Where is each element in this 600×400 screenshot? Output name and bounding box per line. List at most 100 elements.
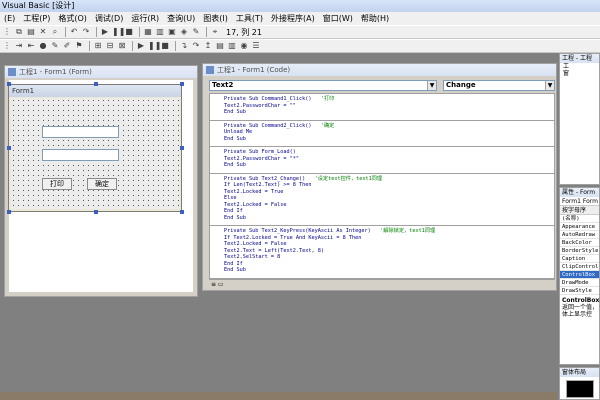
object-browser-icon[interactable]: ◈ (179, 27, 189, 37)
resize-handle[interactable] (94, 82, 98, 86)
property-row[interactable]: ClipControls (560, 263, 599, 271)
code-line[interactable]: End Sub (224, 215, 554, 222)
chevron-down-icon[interactable]: ▼ (427, 81, 436, 90)
step-into-icon[interactable]: ↴ (179, 41, 189, 51)
call-stack-icon[interactable]: ☰ (251, 41, 261, 51)
menu-help[interactable]: 帮助(H) (357, 12, 393, 25)
comment-block-icon[interactable]: ✎ (50, 41, 60, 51)
resize-handle[interactable] (180, 146, 184, 150)
watch-icon[interactable]: ◉ (239, 41, 249, 51)
property-row[interactable]: ControlBox (560, 271, 599, 279)
code-window-titlebar[interactable]: 工程1 - Form1 (Code) (203, 64, 556, 76)
design-form-grid[interactable]: 打印 确定 (11, 98, 179, 209)
property-row[interactable]: (名称) (560, 215, 599, 223)
menu-edit[interactable]: (E) (0, 12, 19, 25)
code-procedure[interactable]: Private Sub Command2_Click() '确定 Unload M… (210, 119, 554, 147)
uncomment-block-icon[interactable]: ✐ (62, 41, 72, 51)
property-row[interactable]: BackColor (560, 239, 599, 247)
tree-item-project[interactable]: 工 (563, 63, 599, 70)
menu-project[interactable]: 工程(P) (19, 12, 54, 25)
property-row[interactable]: DrawMode (560, 279, 599, 287)
form-layout-preview[interactable] (566, 380, 594, 398)
text2-textbox[interactable] (42, 149, 119, 161)
code-procedure[interactable]: Private Sub Command1_Click() '打印 Text2.Pa… (210, 94, 554, 120)
step-out-icon[interactable]: ↥ (203, 41, 213, 51)
object-selector[interactable]: Form1 Form (560, 197, 599, 206)
code-line[interactable]: End Sub (224, 136, 554, 143)
print-button[interactable]: 打印 (42, 178, 72, 190)
code-window[interactable]: 工程1 - Form1 (Code) Text2 ▼ Change ▼ Priv… (202, 63, 557, 291)
find-icon[interactable]: ⌕ (50, 27, 60, 37)
ok-button[interactable]: 确定 (87, 178, 117, 190)
property-row[interactable]: AutoRedraw (560, 231, 599, 239)
start-icon[interactable]: ▶ (136, 41, 146, 51)
resize-handle[interactable] (180, 210, 184, 214)
toolbar-grip-icon: ⋮ (3, 27, 11, 36)
tree-item-forms[interactable]: 窗 (563, 70, 599, 77)
project-explorer-panel[interactable]: 工程 - 工程 工 窗 (559, 53, 600, 185)
align-icon[interactable]: ⊞ (93, 41, 103, 51)
form-layout-panel[interactable]: 窗体布局 (559, 367, 600, 400)
undo-icon[interactable]: ↶ (69, 27, 79, 37)
break-icon[interactable]: ❚❚ (112, 27, 125, 37)
object-combo[interactable]: Text2 ▼ (209, 80, 437, 91)
property-row[interactable]: DrawStyle (560, 287, 599, 295)
indent-icon[interactable]: ⇥ (14, 41, 24, 51)
menu-addins[interactable]: 外接程序(A) (267, 12, 319, 25)
form-layout-icon[interactable]: ▣ (167, 27, 177, 37)
paste-icon[interactable]: ▤ (26, 27, 36, 37)
menu-tools[interactable]: 工具(T) (232, 12, 267, 25)
procedure-combo[interactable]: Change ▼ (443, 80, 555, 91)
menu-diagram[interactable]: 图表(I) (199, 12, 232, 25)
property-description: ControlBox 返回一个值， 体上显示控 (560, 295, 599, 318)
step-over-icon[interactable]: ↷ (191, 41, 201, 51)
menu-debug[interactable]: 调试(D) (91, 12, 127, 25)
resize-handle[interactable] (7, 210, 11, 214)
resize-handle[interactable] (180, 82, 184, 86)
resize-handle[interactable] (7, 82, 11, 86)
tab-alphabetic[interactable]: 按字母序 (560, 206, 599, 215)
copy-icon[interactable]: ⧉ (14, 27, 24, 37)
project-tree[interactable]: 工 窗 (560, 63, 599, 77)
code-editor[interactable]: Private Sub Command1_Click() '打印 Text2.Pa… (209, 93, 555, 279)
stop-icon[interactable]: ■ (160, 41, 170, 51)
menu-run[interactable]: 运行(R) (127, 12, 163, 25)
resize-handle[interactable] (94, 210, 98, 214)
redo-icon[interactable]: ↷ (81, 27, 91, 37)
form-window-icon (8, 68, 16, 76)
project-explorer-icon[interactable]: ▦ (143, 27, 153, 37)
property-list[interactable]: (名称) Appearance AutoRedraw BackColor BorderS… (560, 215, 599, 295)
code-procedure[interactable]: Private Sub Text2_KeyPress(KeyAscii As I… (210, 225, 554, 278)
code-procedure[interactable]: Private Sub Form_Load() Text2.PasswordCha… (210, 146, 554, 173)
menu-window[interactable]: 窗口(W) (319, 12, 357, 25)
menu-query[interactable]: 查询(U) (163, 12, 199, 25)
code-line[interactable]: End Sub (224, 267, 554, 274)
property-row[interactable]: Caption (560, 255, 599, 263)
immediate-icon[interactable]: ▥ (227, 41, 237, 51)
code-procedure[interactable]: Private Sub Text2_Change() '设定text控件，tex… (210, 172, 554, 226)
resize-handle[interactable] (7, 146, 11, 150)
locals-icon[interactable]: ▤ (215, 41, 225, 51)
properties-panel[interactable]: 属性 - Form Form1 Form 按字母序 (名称) Appearance… (559, 187, 600, 365)
code-view-toggle[interactable]: ≡ ▭ (209, 279, 555, 289)
text1-textbox[interactable] (42, 126, 119, 138)
toolbox-icon[interactable]: ✎ (191, 27, 201, 37)
menu-format[interactable]: 格式(O) (54, 12, 91, 25)
size-icon[interactable]: ⊟ (105, 41, 115, 51)
outdent-icon[interactable]: ⇤ (26, 41, 36, 51)
form-designer-titlebar[interactable]: 工程1 - Form1 (Form) (5, 66, 197, 78)
break-icon[interactable]: ❚❚ (148, 41, 161, 51)
properties-icon[interactable]: ▥ (155, 27, 165, 37)
design-form[interactable]: Form1 打印 确定 (8, 84, 182, 212)
stop-icon[interactable]: ■ (124, 27, 134, 37)
code-line[interactable]: End Sub (224, 162, 554, 169)
bookmark-icon[interactable]: ⚑ (74, 41, 84, 51)
property-row[interactable]: BorderStyle (560, 247, 599, 255)
delete-icon[interactable]: ✕ (38, 27, 48, 37)
property-row[interactable]: Appearance (560, 223, 599, 231)
toggle-breakpoint-icon[interactable]: ● (38, 41, 48, 51)
chevron-down-icon[interactable]: ▼ (545, 81, 554, 90)
lock-controls-icon[interactable]: ⊠ (117, 41, 127, 51)
code-line[interactable]: End Sub (224, 109, 554, 116)
start-icon[interactable]: ▶ (100, 27, 110, 37)
